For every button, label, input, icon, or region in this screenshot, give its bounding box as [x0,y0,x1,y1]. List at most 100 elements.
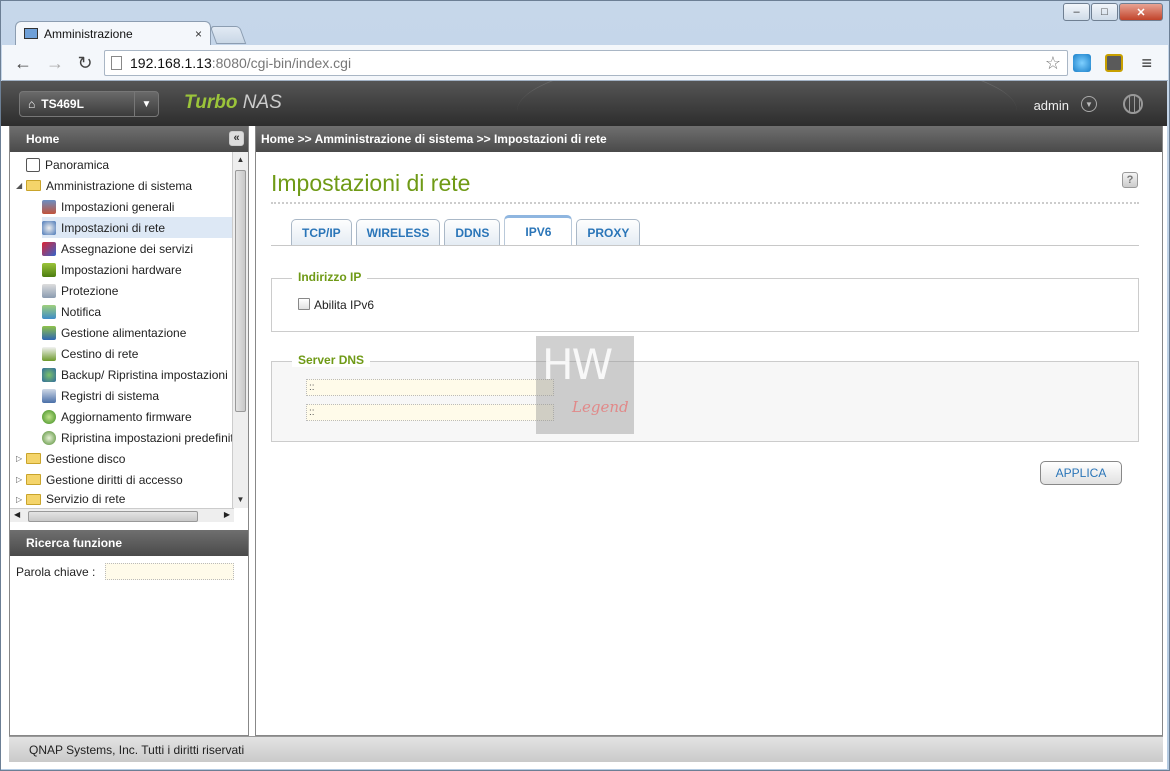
dns-server-2-input[interactable]: :: [306,404,554,421]
sidebar-item-panoramica[interactable]: Panoramica [26,154,248,175]
collapsed-arrow-icon[interactable]: ▷ [16,495,26,504]
collapsed-arrow-icon[interactable]: ▷ [16,475,26,484]
enable-ipv6-label[interactable]: Abilita IPv6 [314,298,374,312]
scroll-left-arrow-icon[interactable]: ◀ [14,510,20,519]
ip-address-section: Indirizzo IP Abilita IPv6 [271,270,1139,332]
tab-ipv6[interactable]: IPV6 [504,215,573,246]
scroll-up-arrow-icon[interactable]: ▲ [233,152,248,168]
sidebar-item-backup-ripristina[interactable]: Backup/ Ripristina impostazioni [42,364,248,385]
skype-extension-icon[interactable] [1073,54,1091,72]
user-menu-icon[interactable]: ▼ [1081,96,1097,112]
tab-close-icon[interactable]: × [195,27,202,41]
language-globe-icon[interactable] [1123,94,1143,114]
expanded-arrow-icon[interactable]: ◢ [16,181,26,190]
notification-icon [42,304,56,319]
folder-icon [26,453,41,464]
help-icon[interactable]: ? [1122,172,1138,188]
tab-title: Amministrazione [44,26,133,41]
restore-defaults-icon [42,430,56,445]
sidebar-item-label: Ripristina impostazioni predefinite [61,430,241,445]
title-divider [271,202,1139,204]
sidebar-item-protezione[interactable]: Protezione [42,280,248,301]
collapse-sidebar-button[interactable]: « [229,131,244,146]
tree-vertical-scrollbar[interactable]: ▲ ▼ [232,152,248,508]
extension-icon[interactable] [1105,54,1123,72]
brand-nas: NAS [237,92,282,113]
nas-app: ⌂ TS469L ▼ Turbo NAS admin ▼ Home « Pano… [1,81,1167,769]
apply-button[interactable]: APPLICA [1040,461,1122,485]
sidebar-item-impostazioni-rete[interactable]: Impostazioni di rete [42,217,234,238]
tab-proxy[interactable]: PROXY [576,219,641,246]
dns-section-legend: Server DNS [292,353,371,367]
address-bar[interactable]: 192.168.1.13 :8080/cgi-bin/index.cgi ☆ [104,50,1068,76]
url-host: 192.168.1.13 [130,55,212,71]
device-selector[interactable]: ⌂ TS469L ▼ [19,91,159,117]
dns-server-1-input[interactable]: :: [306,379,554,396]
sidebar-item-impostazioni-generali[interactable]: Impostazioni generali [42,196,248,217]
sidebar-item-gestione-alimentazione[interactable]: Gestione alimentazione [42,322,248,343]
sidebar-item-label: Impostazioni di rete [61,220,166,235]
network-icon [42,220,56,235]
sidebar-header: Home « [10,126,248,152]
sidebar-item-label: Impostazioni hardware [61,262,182,277]
maximize-button[interactable]: □ [1091,3,1118,21]
overview-icon [26,157,40,172]
scroll-thumb[interactable] [235,170,246,412]
header-decoration [517,81,1017,126]
collapsed-arrow-icon[interactable]: ▷ [16,454,26,463]
device-name: TS469L [41,97,84,111]
browser-tab[interactable]: Amministrazione × [15,21,211,45]
window-controls: – □ ✕ [1063,3,1163,21]
sidebar-item-notifica[interactable]: Notifica [42,301,248,322]
sidebar-item-impostazioni-hardware[interactable]: Impostazioni hardware [42,259,248,280]
sidebar-item-gestione-diritti[interactable]: ▷ Gestione diritti di accesso [16,469,240,490]
sidebar-item-amministrazione[interactable]: ◢ Amministrazione di sistema [16,175,240,196]
dns-server-section: Server DNS :: :: [271,353,1139,442]
service-binding-icon [42,241,56,256]
sidebar-item-ripristina-predefinite[interactable]: Ripristina impostazioni predefinite [42,427,248,448]
sidebar-item-aggiornamento-firmware[interactable]: Aggiornamento firmware [42,406,248,427]
app-header: ⌂ TS469L ▼ Turbo NAS admin ▼ [1,81,1167,126]
keyword-input[interactable] [105,563,234,580]
dropdown-arrow-icon[interactable]: ▼ [134,92,158,116]
monitor-icon [24,28,38,39]
close-window-button[interactable]: ✕ [1119,3,1163,21]
scroll-down-arrow-icon[interactable]: ▼ [233,492,248,508]
open-folder-icon [26,180,41,191]
settings-tabs: TCP/IP WIRELESS DDNS IPV6 PROXY [291,215,641,246]
system-logs-icon [42,388,56,403]
sidebar-item-label: Amministrazione di sistema [46,178,193,193]
reload-button[interactable]: ↻ [74,53,96,73]
browser-toolbar: ← → ↻ 192.168.1.13 :8080/cgi-bin/index.c… [2,45,1168,81]
sidebar-item-assegnazione-servizi[interactable]: Assegnazione dei servizi [42,238,248,259]
sidebar-item-label: Servizio di rete [46,492,126,506]
hw-legend-watermark: HW Legend [536,336,634,434]
back-button[interactable]: ← [12,53,34,73]
page-icon [111,56,122,70]
sidebar-item-gestione-disco[interactable]: ▷ Gestione disco [16,448,240,469]
folder-icon [26,474,41,485]
search-header: Ricerca funzione [10,530,248,556]
sidebar-item-registri-sistema[interactable]: Registri di sistema [42,385,248,406]
tab-ddns[interactable]: DDNS [444,219,501,246]
watermark-legend: Legend [572,398,629,416]
enable-ipv6-checkbox[interactable] [298,298,310,310]
page-title: Impostazioni di rete [271,170,471,196]
bookmark-star-icon[interactable]: ☆ [1045,53,1061,74]
forward-button[interactable]: → [44,53,66,73]
user-name[interactable]: admin [1034,98,1069,113]
minimize-button[interactable]: – [1063,3,1090,21]
folder-icon [26,493,41,505]
sidebar-item-cestino-rete[interactable]: Cestino di rete [42,343,248,364]
sidebar-item-servizio-rete[interactable]: ▷ Servizio di rete [16,490,240,508]
tab-wireless[interactable]: WIRELESS [355,219,441,246]
tree-horizontal-scrollbar[interactable]: ◀ ▶ [10,508,234,522]
scroll-thumb[interactable] [28,511,198,522]
browser-menu-icon[interactable]: ≡ [1141,53,1152,74]
scroll-right-arrow-icon[interactable]: ▶ [224,510,230,519]
search-title: Ricerca funzione [26,536,123,550]
tab-tcpip[interactable]: TCP/IP [291,219,352,246]
sidebar-item-label: Notifica [61,304,102,319]
keyword-label: Parola chiave : [16,565,96,579]
new-tab-button[interactable] [209,26,247,44]
